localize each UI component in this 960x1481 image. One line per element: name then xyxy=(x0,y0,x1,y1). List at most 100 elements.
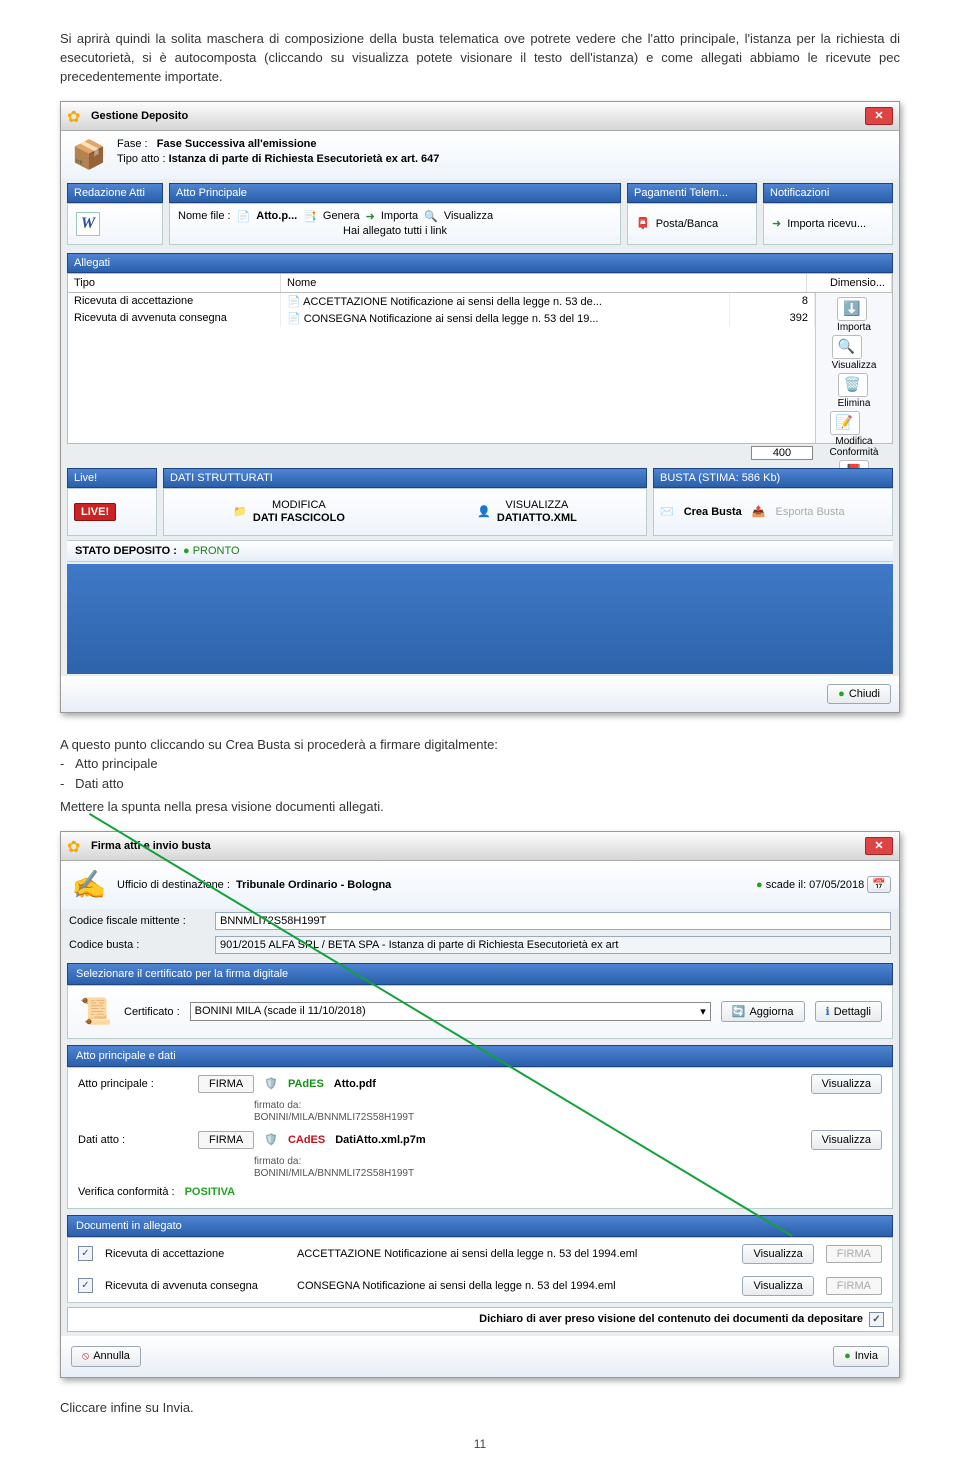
app-firma-atti: ✿ Firma atti e invio busta ✕ ✍️ Ufficio … xyxy=(60,831,900,1378)
live-badge[interactable]: LIVE! xyxy=(74,503,116,521)
check-icon: ● xyxy=(756,879,763,891)
table-row: ✓ Ricevuta di accettazione ACCETTAZIONE … xyxy=(68,1238,892,1270)
check-icon: ● xyxy=(838,688,845,700)
cades-badge: CAdES xyxy=(288,1134,325,1146)
genera-icon: 📑 xyxy=(303,210,317,223)
modifica-conformita-tool[interactable]: 📝Modifica Conformità xyxy=(830,411,879,458)
size-total: 400 xyxy=(751,446,813,460)
visualizza-button[interactable]: Visualizza xyxy=(444,210,493,222)
visualizza-tool[interactable]: 🔍Visualizza xyxy=(832,335,877,371)
modifica-dati-button[interactable]: 📁 MODIFICADATI FASCICOLO xyxy=(233,499,345,523)
close-icon[interactable]: ✕ xyxy=(865,107,893,125)
panel-cap-redazione: Redazione Atti xyxy=(67,183,163,203)
calendar-icon[interactable]: 📅 xyxy=(867,876,891,893)
deposit-icon: 📦 xyxy=(69,137,109,173)
chevron-down-icon: ▾ xyxy=(700,1005,706,1018)
envelope-icon: ✉️ xyxy=(660,505,674,518)
check-icon: ● xyxy=(844,1350,851,1362)
table-row: ✓ Ricevuta di avvenuta consegna CONSEGNA… xyxy=(68,1270,892,1302)
visualizza-button[interactable]: Visualizza xyxy=(742,1276,813,1296)
section-selcert: Selezionare il certificato per la firma … xyxy=(67,963,893,985)
aggiorna-button[interactable]: 🔄Aggiorna xyxy=(721,1001,805,1022)
cell: Ricevuta di accettazione xyxy=(68,293,281,310)
pades-badge: PAdES xyxy=(288,1078,324,1090)
cell: 📄 ACCETTAZIONE Notificazione ai sensi de… xyxy=(281,293,730,310)
panel-cap-atto: Atto Principale xyxy=(169,183,621,203)
certificato-label: Certificato : xyxy=(124,1006,180,1018)
tipo-value: Istanza di parte di Richiesta Esecutorie… xyxy=(169,153,440,165)
nomefile-value: Atto.p... xyxy=(256,210,297,222)
datixml-value: DatiAtto.xml.p7m xyxy=(335,1134,425,1146)
datiatto-label: Dati atto : xyxy=(78,1134,188,1146)
close-icon[interactable]: ✕ xyxy=(865,837,893,855)
cf-field[interactable]: BNNMLI72S58H199T xyxy=(215,912,891,930)
col-nome: Nome xyxy=(281,274,807,292)
genera-button[interactable]: Genera xyxy=(323,210,360,222)
stato-value: PRONTO xyxy=(193,545,240,557)
firma-button[interactable]: FIRMA xyxy=(198,1075,254,1093)
page-number: 11 xyxy=(60,1437,900,1451)
stato-label: STATO DEPOSITO : xyxy=(75,545,177,557)
dichiaro-checkbox[interactable]: ✓ xyxy=(869,1312,884,1327)
titlebar: ✿ Firma atti e invio busta ✕ xyxy=(61,832,899,861)
folder-icon: 📁 xyxy=(233,505,247,518)
hai-allegato-text: Hai allegato tutti i link xyxy=(343,225,447,237)
visualizza-button[interactable]: Visualizza xyxy=(811,1074,882,1094)
invia-button[interactable]: ●Invia xyxy=(833,1346,889,1367)
col-tipo: Tipo xyxy=(68,274,281,292)
attop-label: Atto principale : xyxy=(78,1078,188,1090)
cell: 392 xyxy=(730,310,815,327)
visualizza-button[interactable]: Visualizza xyxy=(742,1244,813,1264)
doc-file: ACCETTAZIONE Notificazione ai sensi dell… xyxy=(297,1248,637,1260)
panel-cap-notificazioni: Notificazioni xyxy=(763,183,893,203)
esporta-busta-button[interactable]: Esporta Busta xyxy=(775,506,844,518)
checkbox[interactable]: ✓ xyxy=(78,1278,93,1293)
nomefile-label: Nome file : xyxy=(178,210,231,222)
word-icon[interactable]: W xyxy=(76,212,100,236)
chiudi-button[interactable]: ●Chiudi xyxy=(827,684,891,704)
firmato-da: firmato da:BONINI/MILA/BNNMLI72S58H199T xyxy=(254,1156,892,1180)
firma-disabled: FIRMA xyxy=(826,1277,882,1295)
importa-ricevu-button[interactable]: Importa ricevu... xyxy=(787,218,866,230)
checkbox[interactable]: ✓ xyxy=(78,1246,93,1261)
dichiaro-row: Dichiaro di aver preso visione del conte… xyxy=(67,1307,893,1332)
importa-button[interactable]: Importa xyxy=(381,210,418,222)
visualizza-button[interactable]: Visualizza xyxy=(811,1130,882,1150)
intro-paragraph: Si aprirà quindi la solita maschera di c… xyxy=(60,30,900,87)
cf-label: Codice fiscale mittente : xyxy=(69,915,209,927)
bank-icon: 📮 xyxy=(636,217,650,230)
certificato-dropdown[interactable]: BONINI MILA (scade il 11/10/2018)▾ xyxy=(190,1002,711,1021)
dettagli-button[interactable]: ℹDettagli xyxy=(815,1001,882,1022)
visualizza-xml-button[interactable]: 👤 VISUALIZZADATIATTO.XML xyxy=(477,499,577,523)
list-item: Dati atto xyxy=(60,774,900,794)
list-item: Atto principale xyxy=(60,754,900,774)
ufficio-value: Tribunale Ordinario - Bologna xyxy=(236,879,391,891)
shield-icon: 🛡️ xyxy=(264,1133,278,1146)
magnifier-icon: 🔍 xyxy=(424,210,438,223)
posta-banca-button[interactable]: Posta/Banca xyxy=(656,218,718,230)
header-panel: 📦 Fase : Fase Successiva all'emissione T… xyxy=(61,131,899,179)
panel-cap-pagamenti: Pagamenti Telem... xyxy=(627,183,757,203)
tipo-label: Tipo atto : xyxy=(117,153,166,165)
allegati-header: Tipo Nome Dimensio... xyxy=(67,273,893,292)
verifica-label: Verifica conformità : xyxy=(78,1186,175,1198)
app-gestione-deposito: ✿ Gestione Deposito ✕ 📦 Fase : Fase Succ… xyxy=(60,101,900,713)
firma-disabled: FIRMA xyxy=(826,1245,882,1263)
importa-tool[interactable]: ⬇️Importa xyxy=(837,297,871,333)
elimina-tool[interactable]: 🗑️Elimina xyxy=(838,373,871,409)
table-row[interactable]: Ricevuta di accettazione 📄 ACCETTAZIONE … xyxy=(68,293,815,310)
crea-busta-button[interactable]: Crea Busta xyxy=(684,506,742,518)
panel-cap-busta: BUSTA (STIMA: 586 Kb) xyxy=(653,468,893,488)
fase-value: Fase Successiva all'emissione xyxy=(157,138,317,150)
doc-name: Ricevuta di avvenuta consegna xyxy=(105,1280,285,1292)
refresh-icon: 🔄 xyxy=(732,1005,746,1018)
firma-button[interactable]: FIRMA xyxy=(198,1131,254,1149)
shield-icon: 🛡️ xyxy=(264,1077,278,1090)
panel-cap-dati: DATI STRUTTURATI xyxy=(163,468,647,488)
annulla-button[interactable]: ⦸Annulla xyxy=(71,1346,141,1367)
person-icon: 👤 xyxy=(477,505,491,518)
codicebusta-label: Codice busta : xyxy=(69,939,209,951)
panel-cap-live: Live! xyxy=(67,468,157,488)
cell-text: CONSEGNA Notificazione ai sensi della le… xyxy=(304,313,599,325)
table-row[interactable]: Ricevuta di avvenuta consegna 📄 CONSEGNA… xyxy=(68,310,815,327)
